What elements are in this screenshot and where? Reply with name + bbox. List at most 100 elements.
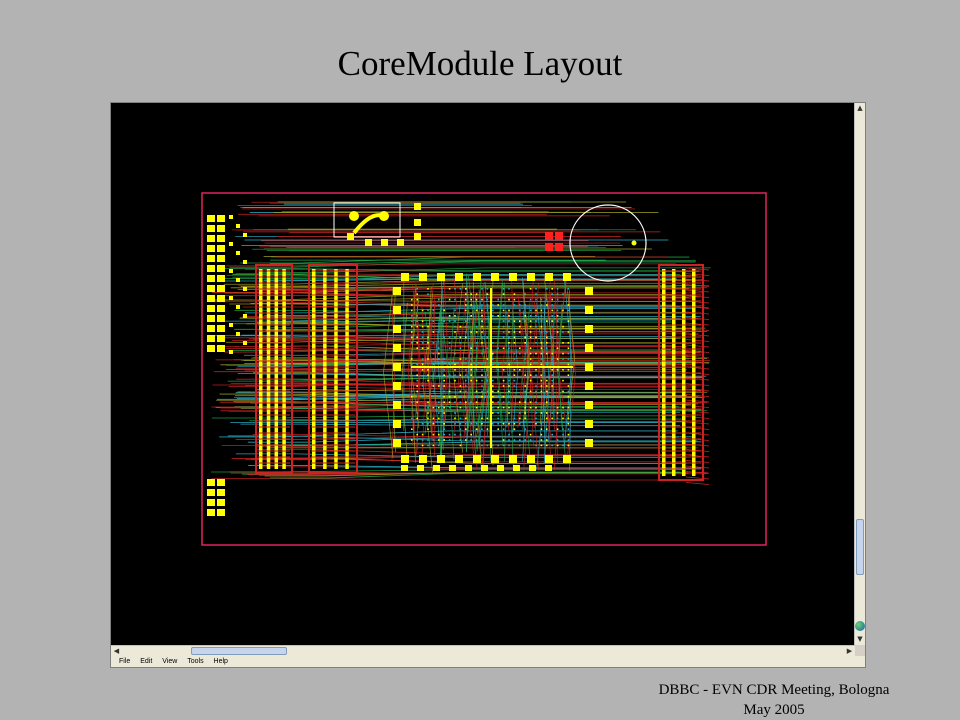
bga-via xyxy=(502,379,505,382)
bga-via xyxy=(497,298,499,301)
bga-via xyxy=(567,358,570,360)
bga-via xyxy=(513,385,516,387)
bga-via xyxy=(421,320,424,322)
bga-via xyxy=(465,325,467,328)
pcb-drawing[interactable] xyxy=(111,103,855,645)
bga-via xyxy=(546,428,548,430)
bga-via xyxy=(502,325,505,328)
smd-pad xyxy=(229,242,233,246)
scroll-up-arrow-icon[interactable]: ▲ xyxy=(855,103,865,114)
bga-via xyxy=(481,396,483,398)
bga-via xyxy=(475,401,478,403)
bga-via xyxy=(540,423,543,425)
bga-via xyxy=(519,369,521,371)
bga-via xyxy=(497,369,499,371)
bga-via xyxy=(427,412,429,414)
scroll-right-arrow-icon[interactable]: ▶ xyxy=(844,646,855,656)
bga-via xyxy=(492,412,494,414)
bga-via xyxy=(513,369,516,371)
bga-via xyxy=(567,374,570,376)
bga-via xyxy=(443,433,445,436)
bga-via xyxy=(540,444,543,447)
bga-via xyxy=(492,396,494,398)
bga-via xyxy=(529,331,532,333)
bga-via xyxy=(470,293,472,295)
bga-via xyxy=(513,331,516,333)
red-component xyxy=(555,232,563,240)
bga-via xyxy=(508,412,510,414)
bga-via xyxy=(540,412,543,414)
bga-via xyxy=(459,439,462,441)
bga-via xyxy=(508,423,510,425)
bga-via xyxy=(567,396,570,398)
bga-via xyxy=(438,331,440,333)
smd-pad xyxy=(414,203,421,210)
bga-via xyxy=(502,331,505,333)
bga-via xyxy=(535,417,537,420)
bga-via xyxy=(551,412,553,414)
bga-via xyxy=(438,347,440,349)
menu-tools[interactable]: Tools xyxy=(187,656,203,667)
bga-via xyxy=(411,369,413,371)
scroll-left-arrow-icon[interactable]: ◀ xyxy=(111,646,122,656)
header-pin xyxy=(207,509,215,516)
bga-via xyxy=(535,342,537,344)
bga-via xyxy=(443,379,445,382)
bga-via xyxy=(567,439,570,441)
bga-via xyxy=(427,309,429,312)
header-pin xyxy=(207,275,215,282)
bga-via xyxy=(502,309,505,312)
bga-via xyxy=(486,390,489,393)
bga-via xyxy=(438,412,440,414)
bga-via xyxy=(416,385,418,387)
bga-via xyxy=(556,293,559,295)
bga-via xyxy=(427,288,429,290)
bga-via xyxy=(481,288,483,290)
pcb-layout-canvas[interactable] xyxy=(111,103,855,645)
bga-via xyxy=(411,336,413,339)
bga-via xyxy=(508,385,510,387)
ring-pad xyxy=(393,420,401,428)
bga-via xyxy=(524,406,526,409)
bga-via xyxy=(465,417,467,420)
bga-via xyxy=(508,374,510,376)
bga-via xyxy=(540,320,543,322)
bga-via xyxy=(427,428,429,430)
scroll-down-arrow-icon[interactable]: ▼ xyxy=(855,634,865,645)
bga-via xyxy=(497,412,499,414)
horizontal-scrollbar[interactable]: ◀ ▶ xyxy=(111,645,855,656)
menu-view[interactable]: View xyxy=(162,656,177,667)
horizontal-scroll-thumb[interactable] xyxy=(191,647,287,655)
globe-icon[interactable] xyxy=(855,621,865,631)
bga-via xyxy=(551,298,553,301)
bga-via xyxy=(535,369,537,371)
pcb-trace xyxy=(211,469,684,473)
bga-via xyxy=(421,336,424,339)
bga-via xyxy=(475,298,478,301)
menu-file[interactable]: File xyxy=(119,656,130,667)
bga-via xyxy=(562,390,564,393)
bga-via xyxy=(465,358,467,360)
bga-via xyxy=(475,390,478,393)
menu-help[interactable]: Help xyxy=(214,656,228,667)
vertical-scrollbar[interactable]: ▲ ▼ xyxy=(854,103,865,645)
mounting-circle-dot xyxy=(631,240,637,246)
bga-via xyxy=(524,315,526,317)
bga-via xyxy=(470,433,472,436)
bga-via xyxy=(540,385,543,387)
bga-via xyxy=(535,385,537,387)
bga-via xyxy=(529,358,532,360)
bga-via xyxy=(411,342,413,344)
menu-edit[interactable]: Edit xyxy=(140,656,152,667)
bga-via xyxy=(519,331,521,333)
bga-via xyxy=(540,358,543,360)
bga-via xyxy=(497,304,499,306)
pcb-trace xyxy=(685,460,710,463)
bga-via xyxy=(454,423,456,425)
bga-via xyxy=(486,325,489,328)
bga-via xyxy=(486,396,489,398)
bga-via xyxy=(502,401,505,403)
bga-via xyxy=(454,309,456,312)
vertical-scroll-thumb[interactable] xyxy=(856,519,864,575)
bga-via xyxy=(492,363,494,366)
